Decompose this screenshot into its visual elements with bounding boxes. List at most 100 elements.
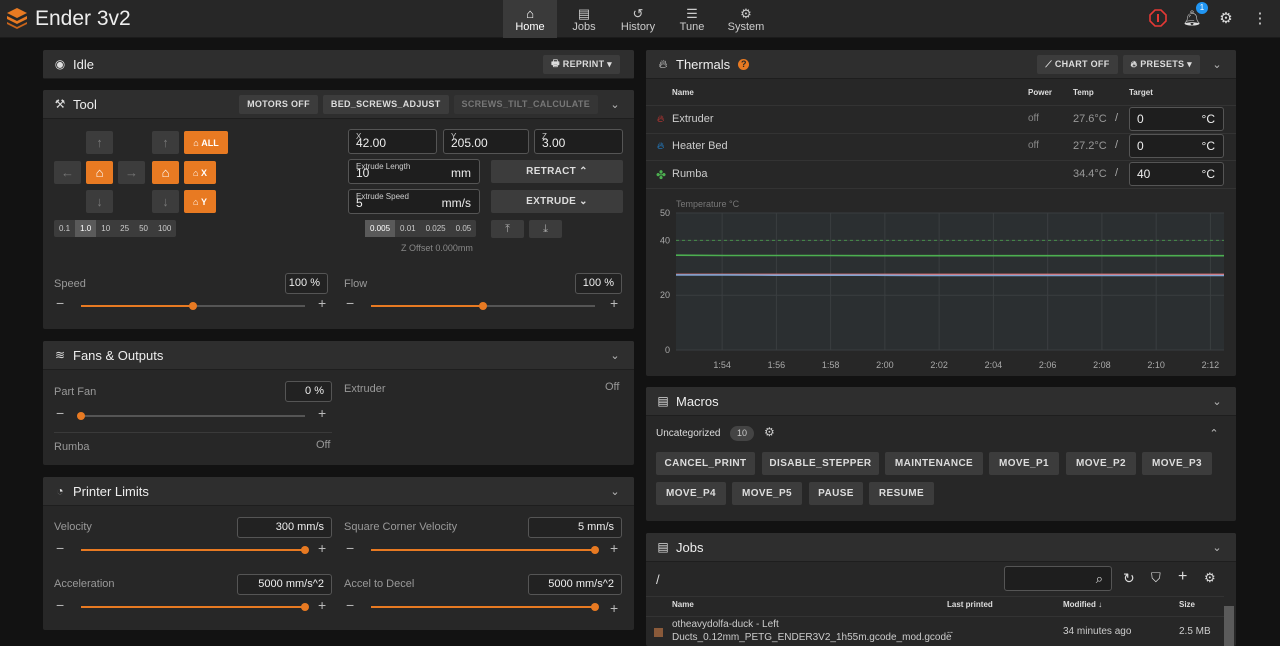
emergency-stop-icon[interactable] xyxy=(1148,8,1168,28)
jobs-col-modified[interactable]: Modified ↓ xyxy=(1063,600,1102,609)
velocity-decrease-button[interactable]: − xyxy=(56,540,64,556)
flow-increase-button[interactable]: + xyxy=(610,295,618,311)
home-y-button[interactable]: ⌂ Y xyxy=(184,190,216,213)
speed-slider[interactable] xyxy=(81,299,305,313)
macro-move-p1[interactable]: MOVE_P1 xyxy=(989,452,1059,475)
acceleration-increase-button[interactable]: + xyxy=(318,597,326,613)
collapse-chevron-icon[interactable]: ⌄ xyxy=(606,349,624,362)
filter-icon[interactable]: ⛉ xyxy=(1151,570,1161,586)
scv-decrease-button[interactable]: − xyxy=(346,540,354,556)
refresh-icon[interactable]: ↻ xyxy=(1123,570,1135,587)
part-fan-input[interactable]: 0 % xyxy=(285,381,332,402)
scv-input[interactable]: 5 mm/s xyxy=(528,517,622,538)
velocity-slider[interactable] xyxy=(81,543,309,557)
macro-move-p5[interactable]: MOVE_P5 xyxy=(732,482,802,505)
macro-disable-stepper[interactable]: DISABLE_STEPPER xyxy=(762,452,879,475)
nav-jobs[interactable]: ▤ Jobs xyxy=(557,0,611,38)
macro-pause[interactable]: PAUSE xyxy=(809,482,863,505)
home-x-button[interactable]: ⌂ X xyxy=(184,161,216,184)
speed-increase-button[interactable]: + xyxy=(318,295,326,311)
flow-input[interactable]: 100 % xyxy=(575,273,622,294)
extrude-speed-field[interactable]: Extrude Speed 5 mm/s xyxy=(348,189,480,214)
macro-resume[interactable]: RESUME xyxy=(869,482,934,505)
z-offset-down-button[interactable]: ⤓ xyxy=(529,220,562,238)
jog-z-minus-button[interactable]: ↓ xyxy=(152,190,179,213)
jobs-scrollbar[interactable] xyxy=(1224,606,1234,646)
chart-off-button[interactable]: ⟋ CHART OFF xyxy=(1037,54,1118,74)
z-position-field[interactable]: Z 3.00 xyxy=(534,129,623,154)
macro-maintenance[interactable]: MAINTENANCE xyxy=(885,452,983,475)
help-icon[interactable]: ? xyxy=(738,58,750,70)
nav-tune[interactable]: ☰ Tune xyxy=(665,0,719,38)
z-step-option[interactable]: 0.01 xyxy=(395,220,421,237)
jog-z-plus-button[interactable]: ↑ xyxy=(152,131,179,154)
macro-move-p4[interactable]: MOVE_P4 xyxy=(656,482,726,505)
macro-move-p2[interactable]: MOVE_P2 xyxy=(1066,452,1136,475)
jog-y-plus-button[interactable]: ↑ xyxy=(86,131,113,154)
home-z-button[interactable]: ⌂ xyxy=(152,161,179,184)
macro-group-collapse-icon[interactable]: ⌃ xyxy=(1205,427,1223,440)
reprint-button[interactable]: 🖶︎ REPRINT ▾ xyxy=(543,54,620,74)
macro-move-p3[interactable]: MOVE_P3 xyxy=(1142,452,1212,475)
accel-to-decel-input[interactable]: 5000 mm/s^2 xyxy=(528,574,622,595)
scv-increase-button[interactable]: + xyxy=(610,540,618,556)
rumba-target-input[interactable]: 40 °C xyxy=(1129,162,1224,186)
jog-x-plus-button[interactable]: → xyxy=(118,161,145,184)
jobs-search-input[interactable]: ⌕ xyxy=(1004,566,1112,591)
add-icon[interactable]: + xyxy=(1178,568,1187,586)
flow-slider[interactable] xyxy=(371,299,595,313)
accel-to-decel-increase-button[interactable]: + xyxy=(610,600,618,616)
flow-decrease-button[interactable]: − xyxy=(346,295,354,311)
jog-x-minus-button[interactable]: ← xyxy=(54,161,81,184)
step-option[interactable]: 0.1 xyxy=(54,220,75,237)
part-fan-slider[interactable] xyxy=(77,409,305,423)
accel-to-decel-decrease-button[interactable]: − xyxy=(346,597,354,613)
extrude-button[interactable]: EXTRUDE ⌄ xyxy=(491,190,623,213)
bed-target-input[interactable]: 0 °C xyxy=(1129,134,1224,158)
z-step-option[interactable]: 0.025 xyxy=(421,220,451,237)
jog-y-minus-button[interactable]: ↓ xyxy=(86,190,113,213)
collapse-chevron-icon[interactable]: ⌄ xyxy=(606,485,624,498)
nav-system[interactable]: ⚙ System xyxy=(719,0,773,38)
collapse-chevron-icon[interactable]: ⌄ xyxy=(1208,58,1226,71)
accel-to-decel-slider[interactable] xyxy=(371,600,599,614)
bed-screws-adjust-button[interactable]: BED_SCREWS_ADJUST xyxy=(322,94,449,114)
step-option[interactable]: 50 xyxy=(134,220,153,237)
home-xy-button[interactable]: ⌂ xyxy=(86,161,113,184)
speed-input[interactable]: 100 % xyxy=(285,273,328,294)
velocity-input[interactable]: 300 mm/s xyxy=(237,517,332,538)
macro-cancel-print[interactable]: CANCEL_PRINT xyxy=(656,452,755,475)
z-step-option[interactable]: 0.05 xyxy=(451,220,477,237)
nav-history[interactable]: ↺ History xyxy=(611,0,665,38)
screws-tilt-calculate-button[interactable]: SCREWS_TILT_CALCULATE xyxy=(453,94,598,114)
retract-button[interactable]: RETRACT ⌃ xyxy=(491,160,623,183)
job-settings-icon[interactable]: ⚙ xyxy=(1204,570,1216,586)
motors-off-button[interactable]: MOTORS OFF xyxy=(239,94,318,114)
more-menu-icon[interactable]: ⋮ xyxy=(1250,8,1270,28)
settings-gear-icon[interactable]: ⚙ xyxy=(1216,8,1236,28)
macro-group-settings-icon[interactable]: ⚙ xyxy=(764,425,775,439)
step-option[interactable]: 10 xyxy=(96,220,115,237)
velocity-increase-button[interactable]: + xyxy=(318,540,326,556)
presets-button[interactable]: 🔥︎ PRESETS ▾ xyxy=(1122,54,1200,74)
x-position-field[interactable]: X 42.00 xyxy=(348,129,437,154)
collapse-chevron-icon[interactable]: ⌄ xyxy=(1208,541,1226,554)
acceleration-input[interactable]: 5000 mm/s^2 xyxy=(237,574,332,595)
part-fan-increase-button[interactable]: + xyxy=(318,405,326,421)
step-option[interactable]: 100 xyxy=(153,220,176,237)
collapse-chevron-icon[interactable]: ⌄ xyxy=(606,98,624,111)
extrude-length-field[interactable]: Extrude Length 10 mm xyxy=(348,159,480,184)
speed-decrease-button[interactable]: − xyxy=(56,295,64,311)
step-option[interactable]: 25 xyxy=(115,220,134,237)
notifications-bell-icon[interactable]: 🔔︎ 1 xyxy=(1182,2,1208,28)
z-offset-up-button[interactable]: ⤒ xyxy=(491,220,524,238)
collapse-chevron-icon[interactable]: ⌄ xyxy=(1208,395,1226,408)
part-fan-decrease-button[interactable]: − xyxy=(56,405,64,421)
z-step-option[interactable]: 0.005 xyxy=(365,220,396,237)
step-option[interactable]: 1.0 xyxy=(75,220,97,237)
acceleration-decrease-button[interactable]: − xyxy=(56,597,64,613)
scv-slider[interactable] xyxy=(371,543,599,557)
home-all-button[interactable]: ⌂ ALL xyxy=(184,131,228,154)
nav-home[interactable]: ⌂ Home xyxy=(503,0,557,38)
acceleration-slider[interactable] xyxy=(81,600,309,614)
